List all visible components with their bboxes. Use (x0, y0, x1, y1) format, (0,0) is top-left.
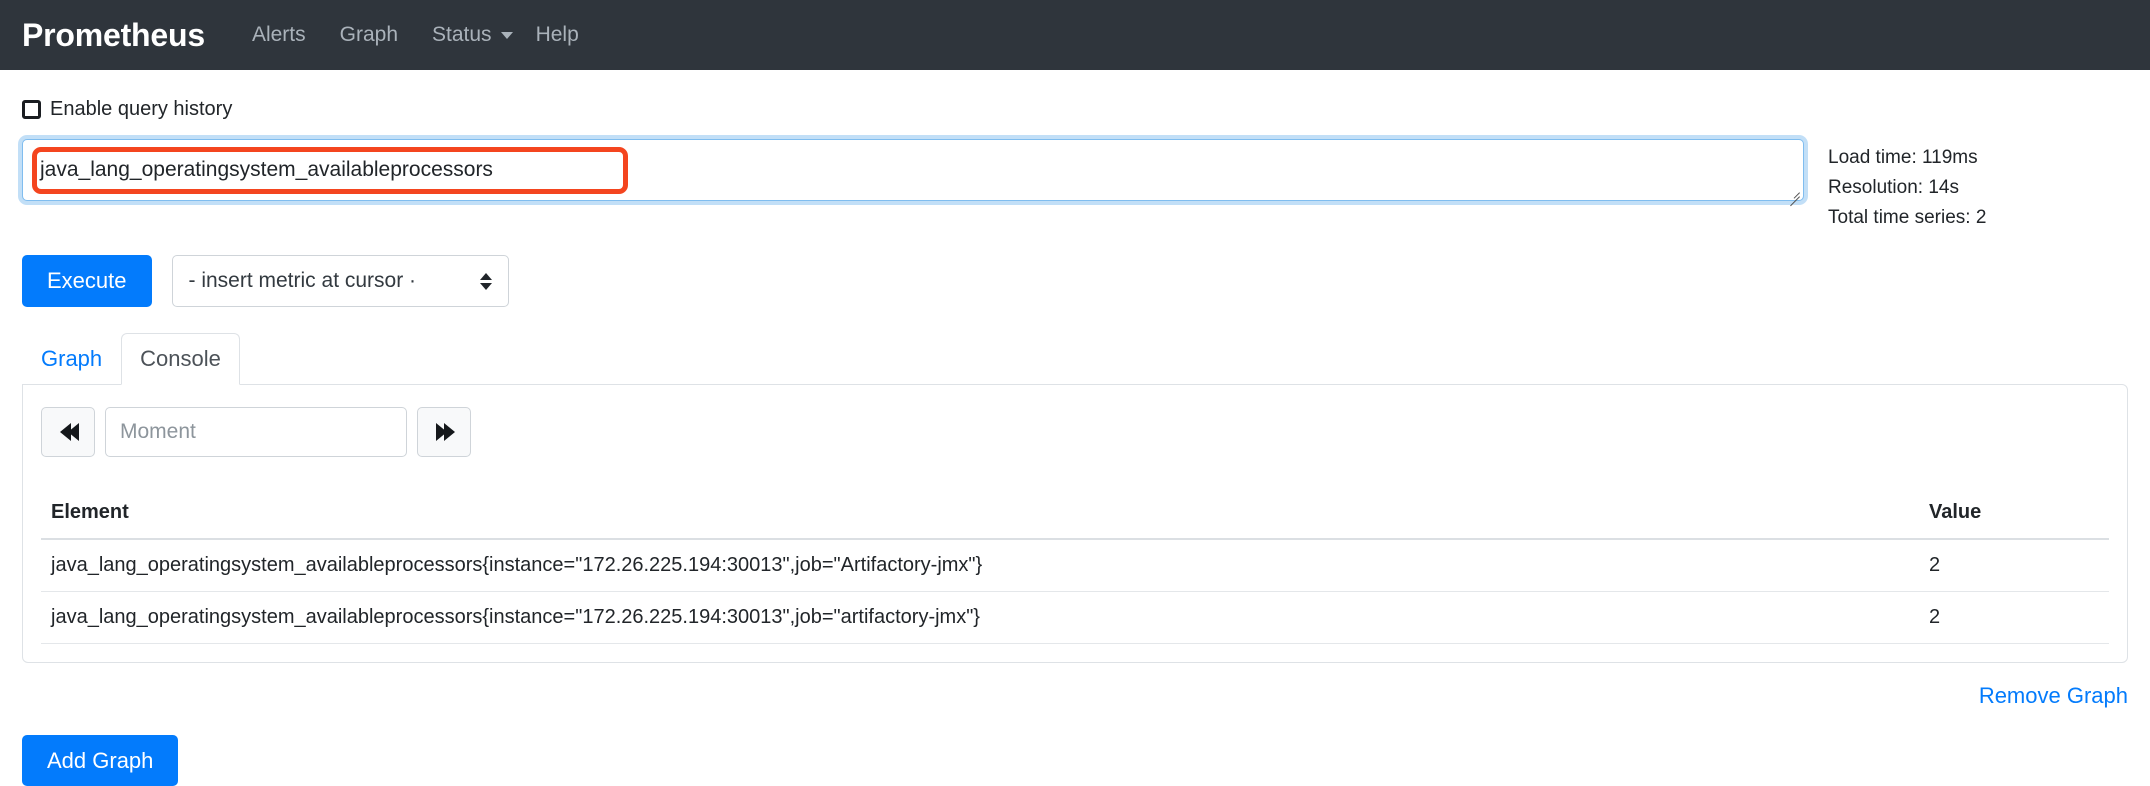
execute-row: Execute - insert metric at cursor · (22, 255, 2128, 308)
nav-link-status[interactable]: Status (415, 15, 509, 55)
query-input-value: java_lang_operatingsystem_availableproce… (40, 158, 493, 181)
stat-resolution: Resolution: 14s (1828, 177, 1959, 199)
cell-element: java_lang_operatingsystem_availableproce… (41, 538, 1919, 592)
nav-dropdown-status[interactable]: Status (415, 15, 519, 55)
query-stats: Load time: 119ms Resolution: 14s Total t… (1828, 139, 2128, 233)
textarea-resize-handle[interactable] (1786, 183, 1800, 207)
table-row[interactable]: java_lang_operatingsystem_availableproce… (41, 591, 2109, 644)
select-spinner-icon (479, 272, 492, 290)
moment-controls: Moment (41, 406, 2109, 457)
tab-graph[interactable]: Graph (22, 333, 121, 385)
tab-console[interactable]: Console (121, 333, 240, 385)
stat-load-time: Load time: 119ms (1828, 147, 1978, 168)
remove-graph-link[interactable]: Remove Graph (1979, 683, 2128, 709)
query-column: java_lang_operatingsystem_availableproce… (22, 139, 1806, 207)
column-header-value: Value (1919, 492, 2109, 540)
insert-metric-select[interactable]: - insert metric at cursor · (171, 255, 509, 308)
table-header-row: Element Value (41, 492, 2109, 540)
cell-value: 2 (1919, 591, 2109, 644)
tab-bar: Graph Console (22, 333, 2128, 385)
top-navbar: Prometheus Alerts Graph Status Help (0, 0, 2150, 70)
moment-input[interactable]: Moment (105, 406, 407, 457)
execute-button[interactable]: Execute (22, 255, 152, 307)
enable-query-history-label[interactable]: Enable query history (50, 98, 232, 121)
moment-next-button[interactable] (417, 406, 471, 457)
table-row[interactable]: java_lang_operatingsystem_availableproce… (41, 538, 2109, 592)
chevron-down-icon (500, 31, 513, 39)
brand-prometheus[interactable]: Prometheus (22, 17, 205, 54)
query-input[interactable]: java_lang_operatingsystem_availableproce… (22, 139, 1804, 207)
insert-metric-select-value: - insert metric at cursor · (188, 269, 417, 293)
query-row: java_lang_operatingsystem_availableproce… (22, 139, 2128, 233)
moment-prev-button[interactable] (41, 406, 95, 457)
console-panel: Moment Element Value java_lang_operating… (22, 383, 2128, 663)
column-header-element: Element (41, 492, 1919, 540)
cell-value: 2 (1919, 538, 2109, 592)
rewind-icon (60, 422, 79, 441)
remove-graph-row: Remove Graph (22, 683, 2128, 709)
nav-link-alerts[interactable]: Alerts (235, 15, 323, 55)
add-graph-button[interactable]: Add Graph (22, 734, 179, 786)
enable-query-history-checkbox[interactable] (22, 100, 41, 119)
cell-element: java_lang_operatingsystem_availableproce… (41, 591, 1919, 644)
nav-link-help[interactable]: Help (519, 15, 596, 55)
result-table-head: Element Value (41, 492, 2109, 540)
fast-forward-icon (436, 422, 455, 441)
add-graph-row: Add Graph (22, 734, 2128, 786)
stat-total-time-series: Total time series: 2 (1828, 207, 1987, 229)
moment-input-placeholder: Moment (120, 419, 196, 443)
page-body: Enable query history java_lang_operating… (0, 98, 2150, 709)
nav-links: Alerts Graph Status Help (235, 15, 596, 55)
nav-link-graph[interactable]: Graph (323, 15, 415, 55)
result-table-body: java_lang_operatingsystem_availableproce… (41, 538, 2109, 644)
query-history-row: Enable query history (22, 98, 2128, 121)
result-table: Element Value java_lang_operatingsystem_… (41, 492, 2109, 644)
